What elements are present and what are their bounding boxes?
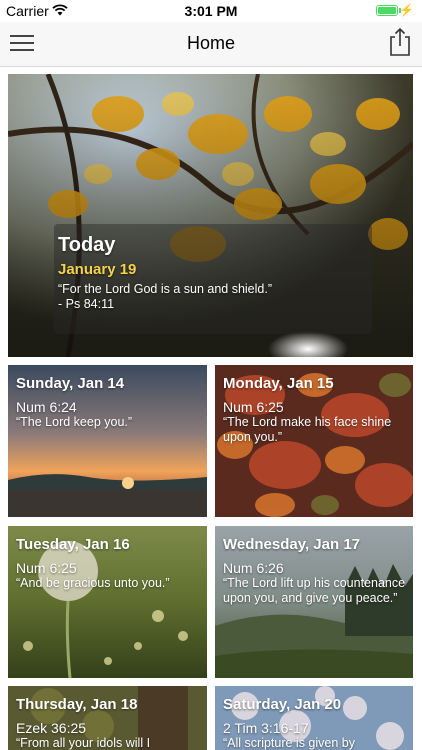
today-card[interactable]: Today January 19 “For the Lord God is a … [8,74,413,357]
today-text-block: Today January 19 “For the Lord God is a … [58,234,272,312]
day-card-monday[interactable]: Monday, Jan 15 Num 6:25 “The Lord make h… [215,365,413,517]
day-card-saturday[interactable]: Saturday, Jan 20 2 Tim 3:16-17 “All scri… [215,686,413,750]
charging-bolt-icon: ⚡ [399,3,414,17]
card-verse: “The Lord lift up his countenance upon y… [223,576,406,605]
day-card-thursday[interactable]: Thursday, Jan 18 Ezek 36:25 “From all yo… [8,686,207,750]
share-icon[interactable] [388,27,412,57]
navigation-bar: Home [0,22,422,67]
card-text: Wednesday, Jan 17 Num 6:26 “The Lord lif… [223,536,407,606]
battery-fill [378,7,396,14]
card-verse: “From all your idols will I [16,736,151,750]
card-reference: Ezek 36:25 [16,720,87,736]
battery-icon [376,5,398,16]
card-day: Saturday, Jan 20 [223,696,342,713]
card-day: Sunday, Jan 14 [16,375,125,392]
card-reference: Num 6:25 [223,399,284,415]
card-text: Thursday, Jan 18 Ezek 36:25 “From all yo… [16,696,201,750]
day-card-sunday[interactable]: Sunday, Jan 14 Num 6:24 “The Lord keep y… [8,365,207,517]
today-verse: “For the Lord God is a sun and shield.” [58,282,273,296]
card-verse: “The Lord make his face shine upon you.” [223,415,392,444]
today-title: Today [58,234,116,256]
status-bar: Carrier 3:01 PM ⚡ [0,0,422,22]
today-reference: - Ps 84:11 [58,297,115,311]
card-day: Tuesday, Jan 16 [16,536,130,553]
today-date: January 19 [58,261,137,278]
page-title: Home [186,33,235,53]
day-card-tuesday[interactable]: Tuesday, Jan 16 Num 6:25 “And be graciou… [8,526,207,678]
card-text: Saturday, Jan 20 2 Tim 3:16-17 “All scri… [223,696,407,750]
card-reference: Num 6:25 [16,560,77,576]
card-reference: 2 Tim 3:16-17 [223,720,309,736]
status-time: 3:01 PM [184,3,238,19]
card-reference: Num 6:24 [16,399,77,415]
card-reference: Num 6:26 [223,560,284,576]
card-day: Wednesday, Jan 17 [223,536,361,553]
card-text: Tuesday, Jan 16 Num 6:25 “And be graciou… [16,536,201,591]
card-verse: “The Lord keep you.” [16,415,133,429]
day-card-wednesday[interactable]: Wednesday, Jan 17 Num 6:26 “The Lord lif… [215,526,413,678]
card-verse: “All scripture is given by [223,736,355,750]
card-text: Monday, Jan 15 Num 6:25 “The Lord make h… [223,375,407,445]
card-day: Monday, Jan 15 [223,375,334,392]
card-verse: “And be gracious unto you.” [16,576,170,590]
card-day: Thursday, Jan 18 [16,696,138,713]
card-text: Sunday, Jan 14 Num 6:24 “The Lord keep y… [16,375,201,430]
